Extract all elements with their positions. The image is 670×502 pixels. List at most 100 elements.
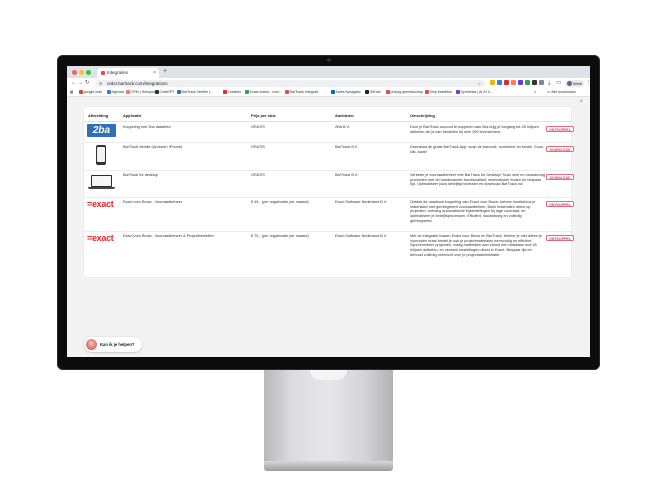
apps-grid-icon[interactable]: ▦ (70, 88, 73, 96)
bookmark-item[interactable]: BarTrack Integrati... (285, 88, 321, 96)
header-supplier: Aanbieder (335, 113, 355, 118)
bookmark-label: Ship bestellen (429, 90, 453, 94)
new-tab-button[interactable]: + (163, 67, 167, 77)
profile-button[interactable]: Werk (565, 79, 584, 87)
bookmark-item[interactable]: google mail (79, 88, 102, 96)
bookmark-item[interactable]: Agenda (107, 88, 124, 96)
forward-icon[interactable]: → (78, 78, 84, 88)
back-icon[interactable]: ← (71, 78, 77, 88)
extension-icon[interactable] (525, 80, 530, 85)
bookmark-label: Agenda (111, 90, 124, 94)
screen: Integraties × + ← → ↻ ⚙ order.bartrack.c… (67, 66, 590, 357)
application-name: Koppeling met 2ba datafeed (123, 125, 171, 129)
table-row: =exact Exact voor Bouw - Voorraadbeheer … (84, 231, 574, 271)
download-button[interactable]: DOWNLOAD (546, 174, 574, 180)
extension-icon[interactable] (490, 80, 495, 85)
tab-title: Integraties (107, 70, 129, 75)
bookmark-item[interactable]: Exact tracks - over... (245, 88, 282, 96)
close-window-button[interactable] (72, 70, 77, 75)
bookmark-favicon-icon (386, 90, 390, 94)
exact-logo: =exact (87, 233, 114, 243)
bookmark-label: Exact tracks - over... (249, 90, 283, 94)
description: Verbeter je voorraadbeheer met BarTrack … (410, 173, 545, 187)
extension-icon[interactable] (518, 80, 523, 85)
bookmark-item[interactable]: ChatGPT (155, 88, 174, 96)
bookmark-item[interactable]: Sales Navigator (331, 88, 361, 96)
application-name: Exact voor Bouw - Voorraadbeheer & Proje… (123, 234, 214, 238)
description: Met de integratie tussen Exact voor Bouw… (410, 234, 542, 257)
bookmark-favicon-icon (365, 90, 369, 94)
price: GRATIS (251, 125, 265, 129)
bookmark-item[interactable]: CRM | Hubspot (126, 88, 155, 96)
bookmark-favicon-icon (79, 90, 83, 94)
bookmark-star-icon[interactable]: ☆ (477, 80, 481, 87)
header-application: Applicatie (123, 113, 142, 118)
bookmark-favicon-icon (456, 90, 460, 94)
bookmark-favicon-icon (107, 90, 111, 94)
bartrack-favicon-icon (101, 71, 105, 75)
download-button[interactable]: DOWNLOAD (546, 146, 574, 152)
description: Door je BarTrack account te koppelen aan… (410, 125, 539, 134)
address-bar[interactable]: ⚙ order.bartrack.com/integrations ☆ (95, 79, 485, 87)
all-bookmarks-folder[interactable]: ▭ Alle bookmarks (547, 88, 576, 96)
chat-label: Kan ik je helpen? (100, 342, 135, 347)
supplier: 2BA B.V. (335, 125, 350, 129)
tab-bar: Integraties × + (67, 66, 590, 78)
exact-logo: =exact (87, 199, 114, 209)
laptop-base (88, 187, 115, 189)
ontkoppel-button[interactable]: ONTKOPPEL (546, 126, 574, 132)
ontkoppel-button[interactable]: ONTKOPPEL (546, 201, 574, 207)
bookmark-label: Leadinfo (227, 90, 242, 94)
extension-icon[interactable] (511, 80, 516, 85)
supplier: Exact Software Nederland B.V. (335, 234, 387, 238)
sidepanel-icon[interactable]: ▭ (556, 78, 561, 88)
bookmark-item[interactable]: GitHub (365, 88, 381, 96)
bookmark-favicon-icon (285, 90, 289, 94)
price: € 75,- (per organisatie per maand) (251, 234, 309, 238)
description: Ontdek de naadloze koppeling van Exact v… (410, 200, 536, 223)
bookmark-favicon-icon (245, 90, 249, 94)
menu-kebab-icon[interactable]: ⋮ (586, 78, 590, 88)
supplier: Exact Software Nederland B.V. (335, 200, 387, 204)
download-icon[interactable]: ⤓ (548, 78, 550, 88)
laptop-image (91, 175, 112, 187)
bookmarks-overflow-icon[interactable]: » (534, 88, 536, 96)
bookmark-favicon-icon (425, 90, 429, 94)
bookmark-label: Synthesia | AI AI V... (460, 90, 493, 94)
bookmark-item[interactable]: Ship bestellen (425, 88, 452, 96)
tab-integraties[interactable]: Integraties × (97, 68, 159, 78)
extension-icon[interactable] (504, 80, 509, 85)
bookmark-label: GitHub (369, 90, 381, 94)
bookmark-item[interactable]: Leadinfo (223, 88, 241, 96)
reload-icon[interactable]: ↻ (85, 78, 90, 88)
monitor-bezel: Integraties × + ← → ↻ ⚙ order.bartrack.c… (57, 55, 600, 370)
supplier: BarTrack B.V. (335, 173, 359, 177)
bookmark-label: BarTrack Verifier |... (181, 90, 214, 94)
extension-icon[interactable] (497, 80, 502, 85)
extension-icon[interactable] (532, 80, 537, 85)
tab-close-icon[interactable]: × (153, 68, 156, 78)
application-name: BarTrack for desktop (123, 173, 159, 177)
bookmark-favicon-icon (331, 90, 335, 94)
bookmark-item[interactable]: BarTrack Verifier |... (177, 88, 213, 96)
browser-toolbar: ← → ↻ ⚙ order.bartrack.com/integrations … (67, 78, 590, 88)
avatar (567, 80, 572, 86)
bookmark-item[interactable]: pricing gereedschap (386, 88, 423, 96)
minimize-window-button[interactable] (79, 70, 84, 75)
header-image: Afbeelding (88, 113, 109, 118)
puzzle-extensions-icon[interactable] (539, 80, 544, 85)
bookmark-item[interactable]: Synthesia | AI AI V... (456, 88, 493, 96)
price: GRATIS (251, 173, 265, 177)
url-text: order.bartrack.com/integrations (107, 80, 168, 86)
ontkoppel-button[interactable]: ONTKOPPEL (546, 235, 574, 241)
chat-widget-button[interactable]: Kan ik je helpen? (84, 337, 142, 352)
bookmark-favicon-icon (177, 90, 181, 94)
2ba-logo: 2ba (87, 124, 116, 137)
close-icon[interactable]: × (579, 99, 583, 105)
site-info-icon[interactable]: ⚙ (99, 80, 103, 87)
phone-image (96, 145, 106, 165)
bookmark-favicon-icon (155, 90, 159, 94)
maximize-window-button[interactable] (86, 70, 91, 75)
monitor-stand-base (264, 461, 393, 471)
chat-avatar (86, 339, 97, 350)
